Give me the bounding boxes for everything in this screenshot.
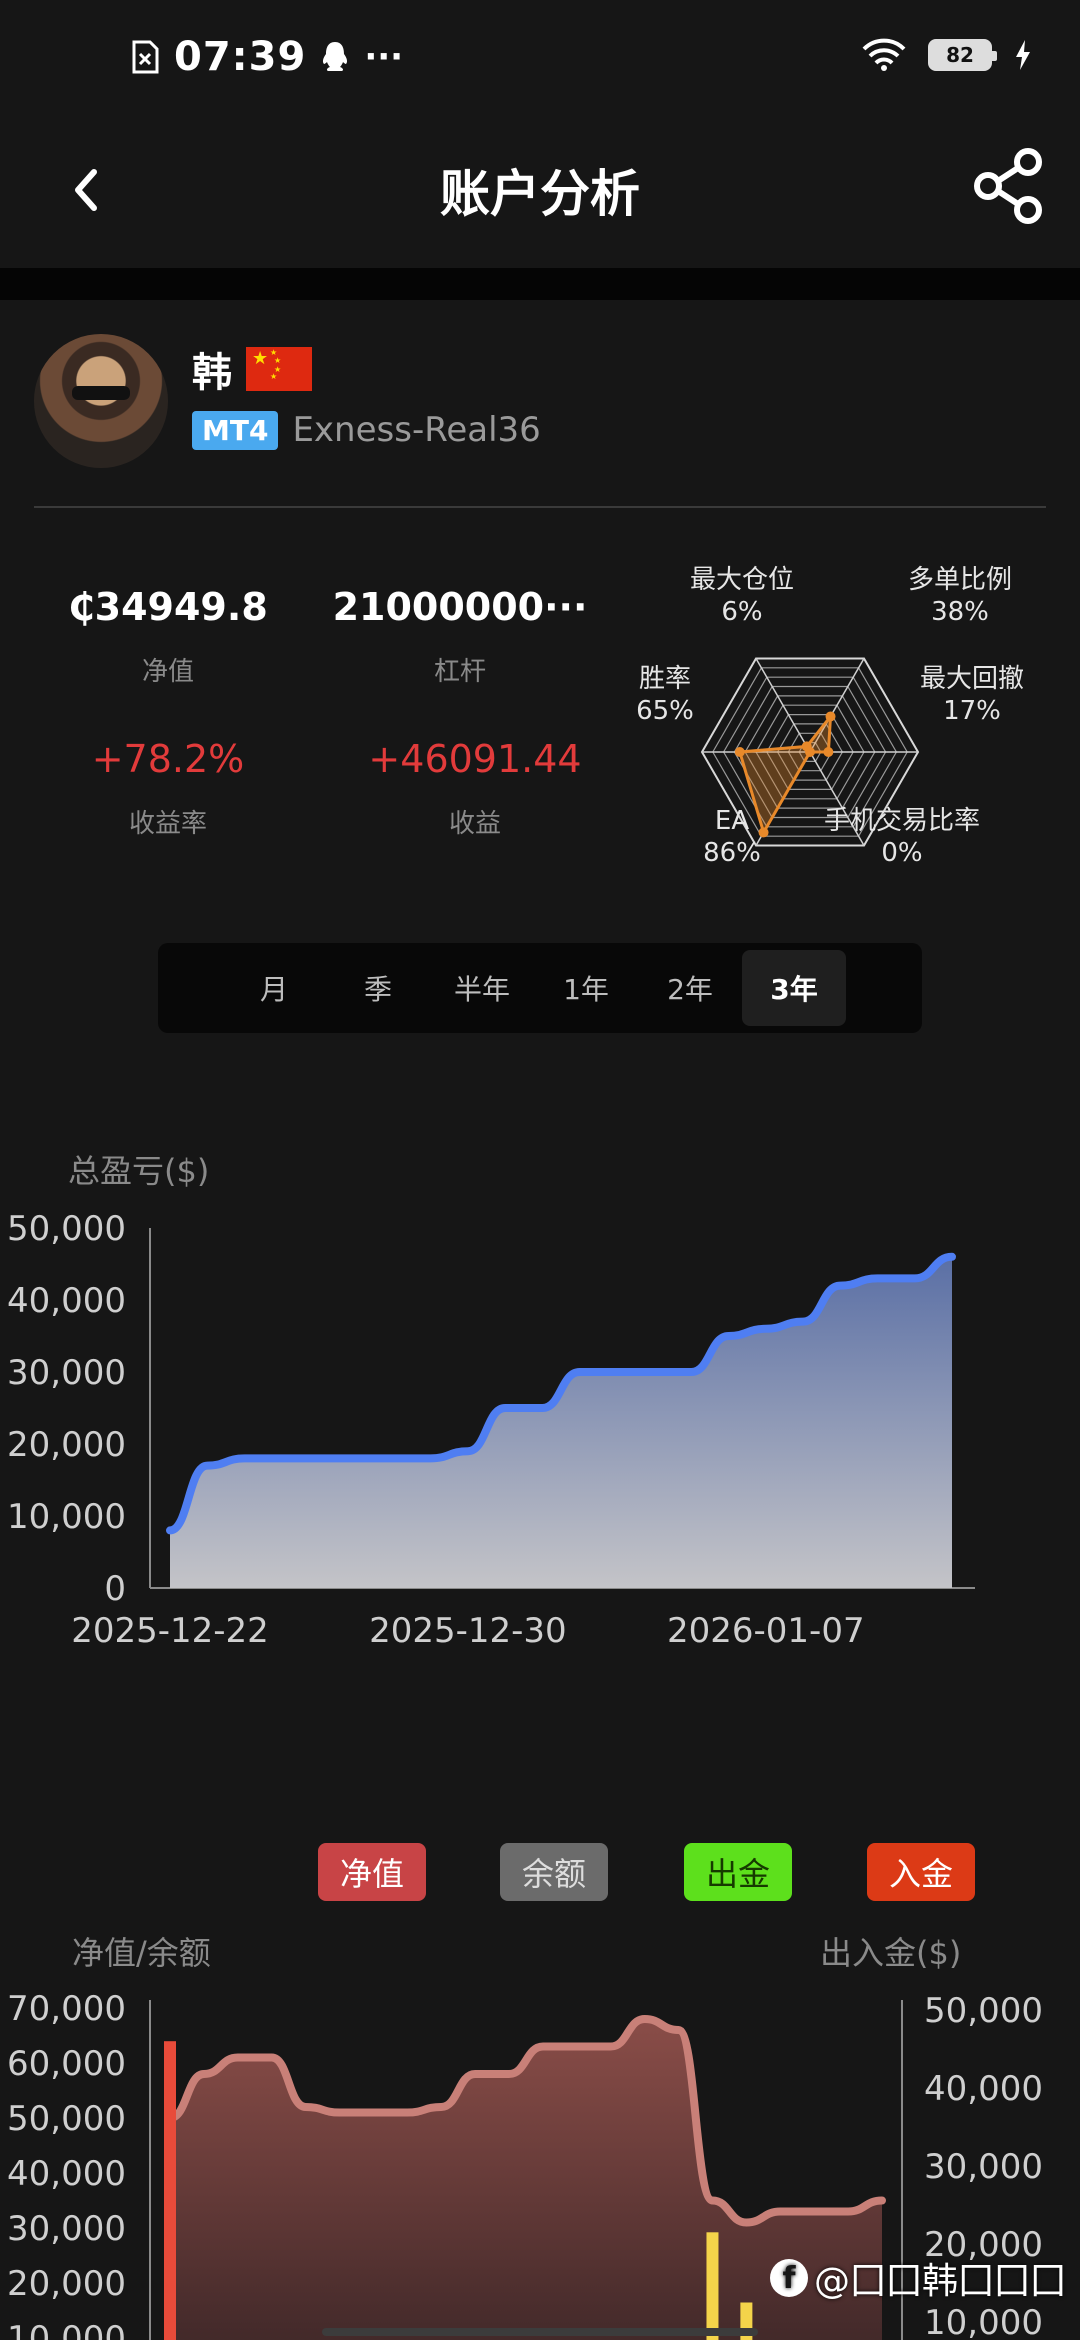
battery-icon: 82	[928, 39, 997, 71]
battery-level: 82	[946, 43, 974, 67]
leverage-label: 杠杆	[433, 657, 486, 687]
right-y-tick-label: 40,000	[924, 2069, 1043, 2109]
radar-point	[758, 827, 769, 838]
radar-value: 65%	[636, 696, 694, 726]
radar-label: 多单比例	[908, 565, 1012, 595]
wifi-icon	[862, 38, 906, 71]
radar-point	[823, 747, 834, 757]
radar-value: 86%	[703, 838, 761, 868]
y-tick-label: 50,000	[7, 1209, 126, 1249]
left-y-tick-label: 10,000	[7, 2319, 126, 2340]
pnl-area	[170, 1256, 952, 1588]
return-value: +78.2%	[91, 737, 245, 781]
home-indicator	[322, 2328, 758, 2336]
page-title: 账户分析	[440, 165, 640, 223]
facebook-icon: f	[770, 2259, 808, 2297]
x-tick-label: 2026-01-07	[667, 1611, 865, 1651]
pnl-chart-title: 总盈亏($)	[68, 1152, 210, 1190]
tab-4[interactable]: 2年	[638, 950, 742, 1026]
leverage-stat: 21000000··· 杠杆	[330, 585, 590, 688]
section-divider	[0, 268, 1080, 300]
status-left: 07:39 ···	[130, 34, 403, 80]
equity-value: ₵34949.8	[68, 585, 268, 629]
radar-label: EA	[715, 806, 749, 836]
left-y-tick-label: 60,000	[7, 2044, 126, 2084]
equity-chart-left-title: 净值/余额	[72, 1934, 211, 1972]
profit-stat: +46091.44 收益	[345, 737, 605, 840]
nav-bar: 账户分析	[0, 118, 1080, 268]
y-tick-label: 40,000	[7, 1281, 126, 1321]
radar-value: 38%	[931, 597, 989, 627]
leverage-value: 21000000···	[332, 585, 588, 629]
x-tick-label: 2025-12-30	[369, 1611, 567, 1651]
legend-withdraw[interactable]: 出金	[684, 1843, 792, 1901]
deposit-bar	[164, 2041, 176, 2340]
account-row: MT4 Exness-Real36	[192, 410, 541, 450]
radar-label: 最大回撤	[920, 664, 1024, 694]
right-y-tick-label: 10,000	[924, 2303, 1043, 2340]
return-stat: +78.2% 收益率	[68, 737, 268, 840]
tab-3[interactable]: 1年	[534, 950, 638, 1026]
left-y-tick-label: 20,000	[7, 2264, 126, 2304]
profile-divider	[34, 506, 1046, 508]
withdraw-bar	[706, 2232, 719, 2340]
radar-label: 最大仓位	[690, 565, 794, 595]
radar-value: 17%	[943, 696, 1001, 726]
share-icon[interactable]	[970, 146, 1050, 226]
left-y-tick-label: 30,000	[7, 2209, 126, 2249]
tab-2[interactable]: 半年	[430, 950, 534, 1026]
status-bar: 07:39 ··· 82	[0, 0, 1080, 118]
avatar[interactable]	[34, 334, 168, 468]
y-tick-label: 0	[104, 1569, 126, 1609]
return-label: 收益率	[128, 809, 207, 839]
avatar-glasses	[72, 386, 130, 400]
left-y-tick-label: 50,000	[7, 2099, 126, 2139]
charging-icon	[1016, 40, 1030, 70]
radar-point	[825, 711, 836, 722]
radar-label: 手机交易比率	[824, 806, 980, 836]
more-notifications-icon: ···	[364, 37, 404, 77]
right-y-tick-label: 30,000	[924, 2147, 1043, 2187]
tab-1[interactable]: 季	[326, 950, 430, 1026]
y-tick-label: 10,000	[7, 1497, 126, 1537]
watermark: f @囗囗韩囗囗囗	[770, 2252, 1066, 2304]
radar-area	[737, 711, 833, 837]
profit-label: 收益	[448, 809, 501, 839]
profit-value: +46091.44	[368, 737, 582, 781]
radar-label: 胜率	[639, 664, 691, 694]
pnl-chart: 0 10,000 20,000 30,000 40,000 50,000 2025-12-2…	[7, 1209, 975, 1651]
y-tick-label: 20,000	[7, 1425, 126, 1465]
equity-chart-right-title: 出入金($)	[820, 1934, 962, 1972]
radar-chart: 多单比例38% 最大回撤17% 手机交易比率0% EA86% 胜率65% 最大仓位6%	[636, 565, 1024, 868]
status-time: 07:39	[174, 34, 307, 80]
user-name: 韩	[192, 350, 232, 396]
status-right: 82	[862, 38, 1032, 72]
equity-label: 净值	[141, 657, 194, 687]
tab-0[interactable]: 月	[222, 950, 326, 1026]
radar-value: 0%	[881, 838, 922, 868]
equity-stat: ₵34949.8 净值	[68, 585, 268, 688]
left-y-tick-label: 40,000	[7, 2154, 126, 2194]
y-tick-label: 30,000	[7, 1353, 126, 1393]
legend-balance[interactable]: 余额	[500, 1843, 608, 1901]
right-y-tick-label: 50,000	[924, 1991, 1043, 2031]
left-y-tick-label: 70,000	[7, 1989, 126, 2029]
x-tick-label: 2025-12-22	[71, 1611, 269, 1651]
legend-deposit[interactable]: 入金	[867, 1843, 975, 1901]
account-name: Exness-Real36	[292, 410, 541, 450]
name-row: 韩 ★ ★ ★ ★ ★	[192, 340, 312, 398]
profile-card[interactable]: 韩 ★ ★ ★ ★ ★ MT4 Exness-Real36	[0, 300, 1080, 506]
tab-5[interactable]: 3年	[742, 950, 846, 1026]
platform-badge: MT4	[192, 410, 279, 450]
qq-icon	[323, 42, 348, 71]
radar-value: 6%	[721, 597, 762, 627]
period-tabs: 月季半年 1年 2年 3年	[158, 943, 922, 1033]
sim-alert-icon	[132, 40, 159, 74]
radar-point	[734, 747, 745, 757]
china-flag-icon: ★ ★ ★ ★ ★	[246, 347, 312, 391]
watermark-text: @囗囗韩囗囗囗	[814, 2261, 1067, 2302]
radar-point	[801, 741, 812, 752]
legend-equity[interactable]: 净值	[318, 1843, 426, 1901]
